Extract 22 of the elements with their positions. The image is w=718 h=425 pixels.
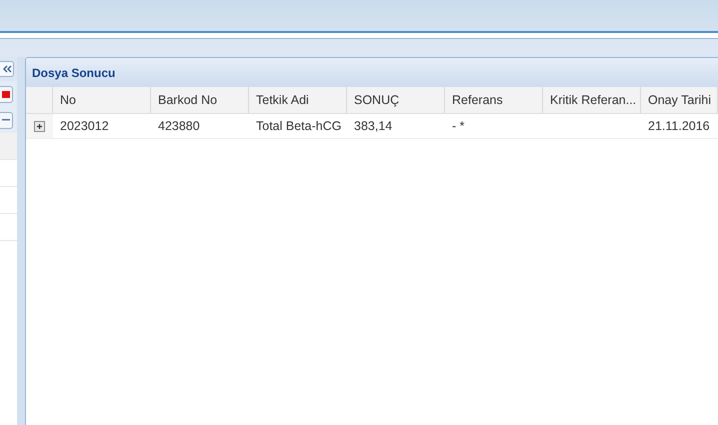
- column-header[interactable]: Referans: [445, 87, 543, 113]
- column-header[interactable]: Barkod No: [151, 87, 249, 113]
- column-header[interactable]: Onay Tarihi: [641, 87, 718, 113]
- collapse-button[interactable]: [0, 61, 14, 77]
- list-header: [0, 133, 17, 160]
- table-cell: 2023012: [60, 119, 109, 133]
- column-header[interactable]: Kritik Referan...: [543, 87, 641, 113]
- column-header[interactable]: SONUÇ: [347, 87, 445, 113]
- minus-button[interactable]: [0, 112, 13, 128]
- expand-icon[interactable]: [34, 120, 45, 132]
- table-cell: 383,14: [354, 119, 392, 133]
- column-header[interactable]: No: [53, 87, 151, 113]
- table-cell: - *: [452, 119, 464, 133]
- stop-icon: [2, 90, 10, 98]
- table-cell: Total Beta-hCG: [256, 119, 342, 133]
- double-chevron-icon: [2, 65, 12, 73]
- table-cell: 21.11.2016: [648, 119, 710, 133]
- table-cell: 423880: [158, 119, 200, 133]
- panel-title: Dosya Sonucu: [32, 66, 116, 80]
- column-header[interactable]: Tetkik Adi: [249, 87, 347, 113]
- minus-icon: [2, 119, 10, 121]
- stop-button[interactable]: [0, 86, 13, 102]
